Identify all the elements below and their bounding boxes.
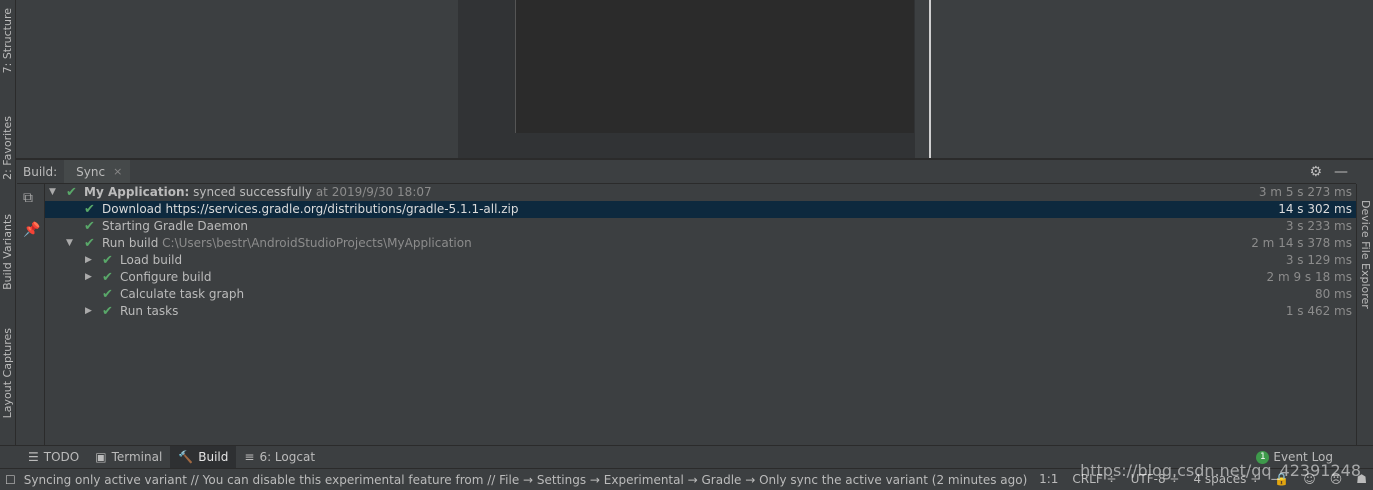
tree-row[interactable]: ▶ ✔ Configure build 2 m 9 s 18 ms xyxy=(45,269,1356,286)
row-timestamp: at 2019/9/30 18:07 xyxy=(312,185,432,199)
row-duration: 2 m 14 s 378 ms xyxy=(1251,236,1352,250)
tree-row[interactable]: ▶ ✔ Load build 3 s 129 ms xyxy=(45,252,1356,269)
caret-position[interactable]: 1:1 xyxy=(1039,472,1058,486)
tab-label: Terminal xyxy=(111,450,163,464)
tab-sync-label: Sync xyxy=(76,164,106,179)
tab-todo[interactable]: ☰ TODO xyxy=(20,446,87,468)
device-file-explorer-button[interactable]: Device File Explorer xyxy=(1359,200,1372,309)
check-icon: ✔ xyxy=(84,219,95,234)
tree-row[interactable]: ✔ Download https://services.gradle.org/d… xyxy=(45,201,1356,218)
row-text: Run build xyxy=(102,236,159,250)
row-path: C:\Users\bestr\AndroidStudioProjects\MyA… xyxy=(158,236,472,250)
build-toolbar: ⧉ 📌 xyxy=(17,184,45,445)
check-icon: ✔ xyxy=(66,185,77,200)
collapse-arrow-icon[interactable]: ▶ xyxy=(85,269,92,286)
check-icon: ✔ xyxy=(102,270,113,285)
row-text: Run tasks xyxy=(120,304,179,318)
tab-label: TODO xyxy=(43,450,80,464)
build-panel-header: Build: Sync × ⚙ — xyxy=(17,160,1356,184)
tree-row[interactable]: ✔ Starting Gradle Daemon 3 s 233 ms xyxy=(45,218,1356,235)
favorites-tool-button[interactable]: 2: Favorites xyxy=(1,116,14,180)
row-duration: 80 ms xyxy=(1314,287,1352,301)
tree-row[interactable]: ▶ ✔ Run tasks 1 s 462 ms xyxy=(45,303,1356,320)
tab-terminal[interactable]: ▣ Terminal xyxy=(87,446,170,468)
row-duration: 1 s 462 ms xyxy=(1285,304,1352,318)
tab-label: 6: Logcat xyxy=(259,450,316,464)
status-message[interactable]: Syncing only active variant // You can d… xyxy=(24,473,1028,487)
terminal-icon: ▣ xyxy=(95,450,107,464)
row-text: Starting Gradle Daemon xyxy=(102,219,249,233)
expand-arrow-icon[interactable]: ▼ xyxy=(49,184,56,201)
build-label: Build: xyxy=(23,164,58,179)
structure-tool-button[interactable]: 7: Structure xyxy=(1,8,14,73)
toggle-view-icon[interactable]: ⧉ xyxy=(23,190,33,206)
minimize-icon[interactable]: — xyxy=(1334,164,1348,180)
layout-captures-tool-button[interactable]: Layout Captures xyxy=(1,328,14,418)
close-icon[interactable]: × xyxy=(113,165,122,178)
row-duration: 3 s 129 ms xyxy=(1285,253,1352,267)
code-editor[interactable] xyxy=(516,0,914,133)
tab-label: Build xyxy=(198,450,229,464)
row-title: My Application: xyxy=(84,185,190,199)
row-text: Download https://services.gradle.org/dis… xyxy=(102,202,519,216)
watermark: https://blog.csdn.net/qq_42391248 xyxy=(1080,461,1361,480)
check-icon: ✔ xyxy=(102,304,113,319)
check-icon: ✔ xyxy=(84,236,95,251)
expand-arrow-icon[interactable]: ▼ xyxy=(66,235,73,252)
check-icon: ✔ xyxy=(102,287,113,302)
splitter[interactable] xyxy=(929,0,931,158)
check-icon: ✔ xyxy=(102,253,113,268)
tree-row[interactable]: ▼ ✔ My Application: synced successfully … xyxy=(45,184,1356,201)
row-duration: 2 m 9 s 18 ms xyxy=(1266,270,1353,284)
row-text: synced successfully xyxy=(189,185,313,199)
row-duration: 3 s 233 ms xyxy=(1285,219,1352,233)
pin-icon[interactable]: 📌 xyxy=(23,222,40,238)
gear-icon[interactable]: ⚙ xyxy=(1309,164,1322,180)
row-duration: 14 s 302 ms xyxy=(1278,202,1352,216)
tree-row[interactable]: ▼ ✔ Run build C:\Users\bestr\AndroidStud… xyxy=(45,235,1356,252)
row-duration: 3 m 5 s 273 ms xyxy=(1258,185,1352,199)
collapse-arrow-icon[interactable]: ▶ xyxy=(85,252,92,269)
build-variants-tool-button[interactable]: Build Variants xyxy=(1,214,14,290)
row-text: Calculate task graph xyxy=(120,287,245,301)
left-tool-strip: 7: Structure 2: Favorites Build Variants… xyxy=(0,0,16,445)
row-text: Load build xyxy=(120,253,183,267)
tab-sync[interactable]: Sync × xyxy=(64,160,131,183)
tree-row[interactable]: ✔ Calculate task graph 80 ms xyxy=(45,286,1356,303)
logcat-icon: ≡ xyxy=(244,450,255,464)
row-text: Configure build xyxy=(120,270,212,284)
build-tree: ▼ ✔ My Application: synced successfully … xyxy=(45,184,1356,445)
tab-build[interactable]: 🔨 Build xyxy=(170,446,237,468)
check-icon: ✔ xyxy=(84,202,95,217)
hammer-icon: 🔨 xyxy=(178,450,194,464)
right-tool-strip: Device File Explorer xyxy=(1356,184,1373,445)
list-icon: ☰ xyxy=(28,450,39,464)
toggle-tool-windows-icon[interactable]: ☐ xyxy=(0,473,24,487)
tab-logcat[interactable]: ≡ 6: Logcat xyxy=(236,446,323,468)
collapse-arrow-icon[interactable]: ▶ xyxy=(85,303,92,320)
